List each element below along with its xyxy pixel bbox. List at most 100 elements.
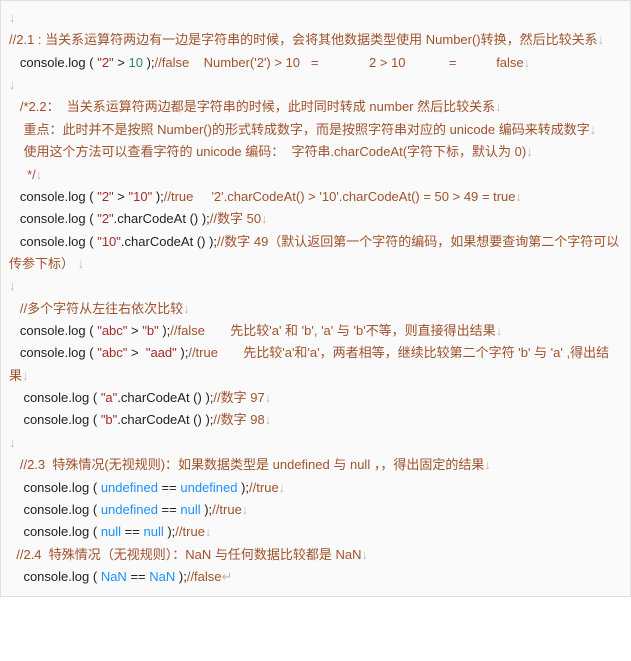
code-token: "aad" [146, 345, 177, 360]
code-line: console.log ( "b".charCodeAt () );//数字 9… [9, 409, 622, 431]
code-token: "2" [97, 189, 113, 204]
code-token: ↓ [9, 278, 16, 293]
code-token: "10" [129, 189, 153, 204]
code-token: ↓ [516, 189, 523, 204]
code-token: ↵ [222, 569, 233, 584]
code-token: log [72, 524, 89, 539]
code-token: ↓ [279, 480, 286, 495]
code-line: console.log ( "2".charCodeAt () );//数字 5… [9, 208, 622, 230]
code-token: console [20, 189, 65, 204]
code-indent [9, 122, 23, 137]
code-token: ↓ [261, 211, 268, 226]
code-indent [9, 524, 23, 539]
code-token: //true [212, 502, 242, 517]
code-token: console [20, 55, 65, 70]
code-token: ↓ [265, 390, 272, 405]
code-token: console [20, 345, 65, 360]
code-token: //多个字符从左往右依次比较 [20, 301, 183, 316]
code-token: undefined [180, 480, 237, 495]
code-token: ↓ [496, 323, 503, 338]
code-token: //2.1 : 当关系运算符两边有一边是字符串的时候，会将其他数据类型使用 Nu… [9, 32, 598, 47]
code-token: "abc" [97, 345, 127, 360]
code-token: ↓ [526, 144, 533, 159]
code-token: NaN [149, 569, 175, 584]
code-token: //false [187, 569, 222, 584]
code-token: ); [164, 524, 176, 539]
code-line: ↓ [9, 432, 622, 454]
code-token: "2" [97, 55, 113, 70]
code-token: undefined [101, 480, 158, 495]
code-indent [9, 234, 20, 249]
code-token: console [23, 569, 68, 584]
code-line: console.log ( "abc" > "aad" );//true 先比较… [9, 342, 622, 387]
code-token: //true [249, 480, 279, 495]
code-token: log [68, 189, 85, 204]
code-token: > [127, 323, 142, 338]
code-token: ↓ [362, 547, 369, 562]
code-line: ↓ [9, 74, 622, 96]
code-token: () ); [186, 211, 210, 226]
code-line: console.log ( null == null );//true↓ [9, 521, 622, 543]
code-token: console [23, 502, 68, 517]
code-token: log [68, 345, 85, 360]
code-token: "b" [142, 323, 158, 338]
code-indent [9, 569, 23, 584]
code-token: ); [177, 345, 189, 360]
code-line: console.log ( "2" > "10" );//true '2'.ch… [9, 186, 622, 208]
code-indent [9, 412, 23, 427]
code-indent [9, 390, 23, 405]
code-line: console.log ( NaN == NaN );//false↵ [9, 566, 622, 588]
code-token: //false 先比较'a' 和 'b', 'a' 与 'b'不等，则直接得出结… [170, 323, 495, 338]
code-token: ( [89, 569, 101, 584]
code-indent [9, 144, 23, 159]
code-token: charCodeAt [121, 412, 190, 427]
code-token: console [23, 524, 68, 539]
code-token: console [20, 234, 65, 249]
code-token: ↓ [9, 10, 16, 25]
code-line: console.log ( "abc" > "b" );//false 先比较'… [9, 320, 622, 342]
code-token: ); [152, 189, 164, 204]
code-token: "2" [97, 211, 113, 226]
code-line: 重点：此时并不是按照 Number()的形式转成数字，而是按照字符串对应的 un… [9, 119, 622, 141]
code-token: log [68, 55, 85, 70]
code-indent [9, 480, 23, 495]
code-token: ); [237, 480, 249, 495]
code-indent [9, 301, 20, 316]
code-line: /*2.2： 当关系运算符两边都是字符串的时候，此时同时转成 number 然后… [9, 96, 622, 118]
code-token: ↓ [74, 256, 84, 271]
code-token: ( [89, 412, 101, 427]
code-token: console [23, 480, 68, 495]
code-line: console.log ( "10".charCodeAt () );//数字 … [9, 231, 622, 276]
code-token: */ [27, 167, 36, 182]
code-token: "a" [101, 390, 117, 405]
code-token: ( [89, 480, 101, 495]
code-indent [9, 323, 20, 338]
code-token: ( [86, 55, 98, 70]
code-token: log [72, 502, 89, 517]
code-line: //2.1 : 当关系运算符两边有一边是字符串的时候，会将其他数据类型使用 Nu… [9, 29, 622, 51]
code-token: console [23, 390, 68, 405]
code-line: */↓ [9, 164, 622, 186]
code-token: ( [89, 524, 101, 539]
code-token: ↓ [205, 524, 212, 539]
code-indent [9, 167, 27, 182]
code-token: == [158, 480, 180, 495]
code-token: 10 [129, 55, 143, 70]
code-token: ↓ [22, 368, 29, 383]
code-token: ↓ [9, 77, 16, 92]
code-token: //数字 98 [213, 412, 264, 427]
code-line: //2.3 特殊情况(无视规则)：如果数据类型是 undefined 与 nul… [9, 454, 622, 476]
code-token: /*2.2： 当关系运算符两边都是字符串的时候，此时同时转成 number 然后… [20, 99, 495, 114]
code-token: ↓ [598, 32, 605, 47]
code-token: //数字 97 [213, 390, 264, 405]
code-token: ); [159, 323, 171, 338]
code-token: log [68, 323, 85, 338]
code-line: console.log ( "a".charCodeAt () );//数字 9… [9, 387, 622, 409]
code-line: ↓ [9, 275, 622, 297]
code-token: console [20, 211, 65, 226]
code-token: ↓ [183, 301, 190, 316]
code-token: 重点：此时并不是按照 Number()的形式转成数字，而是按照字符串对应的 un… [23, 122, 589, 137]
code-block: ↓//2.1 : 当关系运算符两边有一边是字符串的时候，会将其他数据类型使用 N… [0, 0, 631, 597]
code-indent [9, 345, 20, 360]
code-token: //2.3 特殊情况(无视规则)：如果数据类型是 undefined 与 nul… [20, 457, 484, 472]
